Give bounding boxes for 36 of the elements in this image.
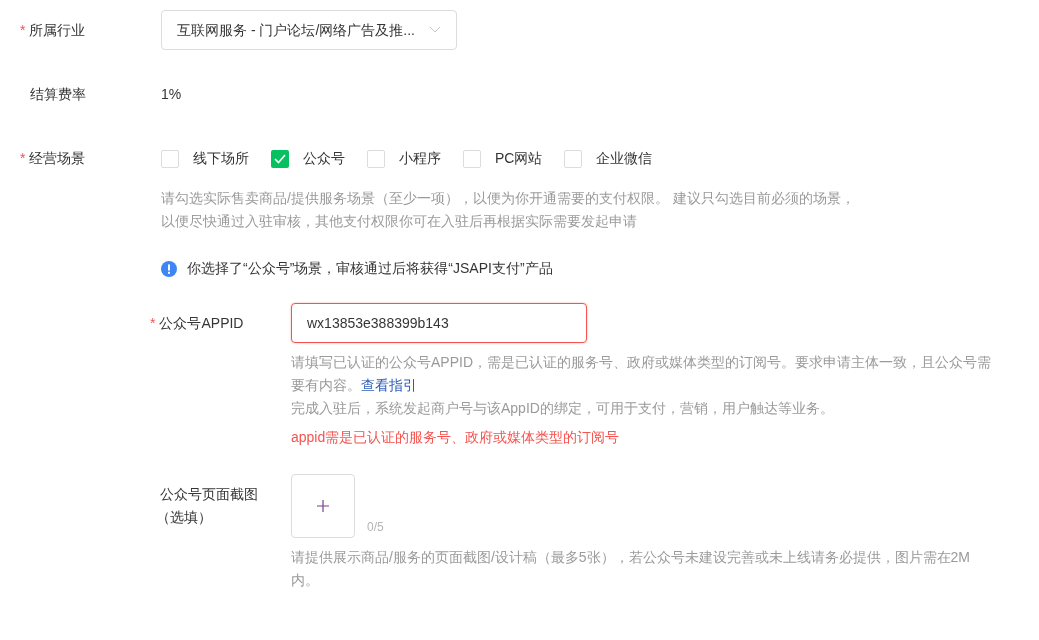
help-text: 以便尽快通过入驻审核，其他支付权限你可在入驻后再根据实际需要发起申请 (161, 212, 638, 231)
help-text: 请勾选实际售卖商品/提供服务场景（至少一项），以便为你开通需要的支付权限。 建议只勾选目前必须的场景， (161, 189, 855, 208)
fee-value: 1% (161, 85, 182, 104)
guide-link[interactable]: 查看指引 (361, 377, 417, 393)
appid-input[interactable]: wx13853e388399b143 (291, 303, 587, 343)
required-mark: * (20, 149, 26, 168)
field-label: 所属行业 (29, 20, 86, 40)
checkbox-label[interactable]: 线下场所 (193, 148, 249, 169)
checkmark-icon (274, 153, 286, 164)
field-label: 经营场景 (29, 149, 86, 168)
upload-button[interactable] (291, 474, 355, 538)
checkbox[interactable] (564, 149, 583, 168)
upload-count: 0/5 (367, 519, 384, 536)
error-text: appid需是已认证的服务号、政府或媒体类型的订阅号 (291, 428, 621, 447)
chevron-down-icon (429, 26, 441, 34)
help-text: 请填写已认证的公众号APPID，需是已认证的服务号、政府或媒体类型的订阅号。要求申请主体一致，且公众号需要有内容。查看指引 (291, 353, 992, 395)
help-text: 请提供展示商品/服务的页面截图/设计稿（最多5张），若公众号未建设完善或未上线请务必提供，图片需在2M内。 (291, 548, 971, 590)
checkbox[interactable] (161, 149, 179, 168)
field-label: 公众号APPID (159, 314, 244, 333)
field-label: （选填） (156, 508, 213, 527)
field-label: 公众号页面截图 (160, 485, 258, 504)
required-mark: * (20, 20, 26, 40)
checkbox-label[interactable]: PC网站 (495, 148, 543, 169)
industry-select[interactable]: 互联网服务 - 门户论坛/网络广告及推... (161, 10, 457, 50)
info-icon (161, 260, 177, 277)
field-label: 结算费率 (30, 85, 86, 104)
required-mark: * (150, 314, 156, 333)
checkbox[interactable] (463, 149, 481, 168)
checkbox[interactable] (367, 149, 385, 168)
checkbox-label[interactable]: 公众号 (303, 148, 345, 169)
notice-text: 你选择了“公众号”场景，审核通过后将获得“JSAPI支付”产品 (187, 259, 553, 278)
help-text: 完成入驻后，系统发起商户号与该AppID的绑定，可用于支付，营销，用户触达等业务。 (291, 399, 835, 418)
checkbox-label[interactable]: 小程序 (399, 148, 441, 169)
checkbox[interactable] (271, 149, 289, 168)
checkbox-label[interactable]: 企业微信 (596, 148, 653, 169)
plus-icon (317, 500, 329, 512)
